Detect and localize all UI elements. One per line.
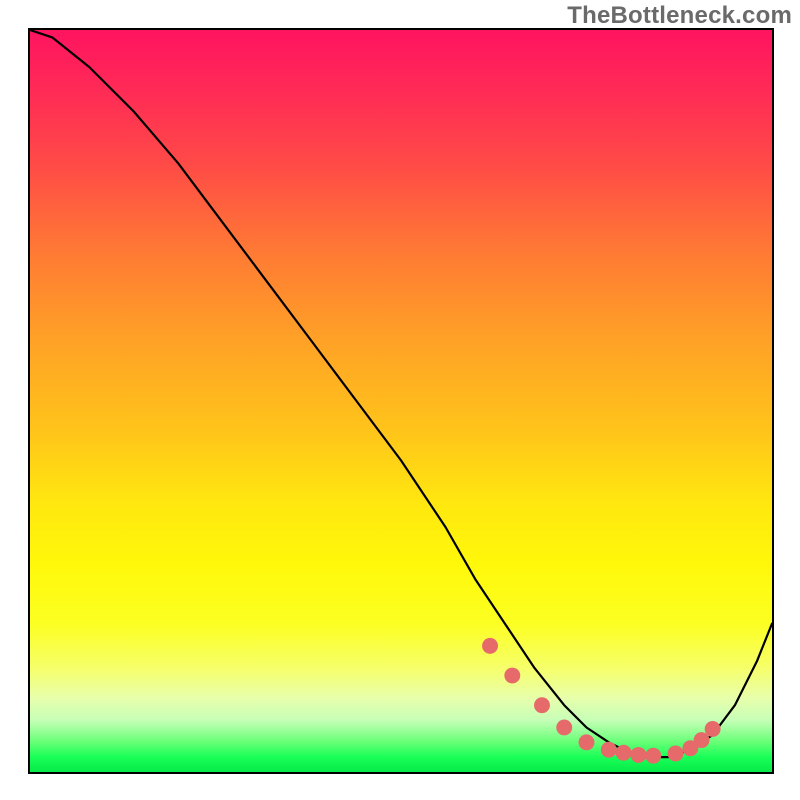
valley-marker-group bbox=[482, 638, 721, 764]
valley-marker bbox=[601, 742, 617, 758]
chart-stage: TheBottleneck.com bbox=[0, 0, 800, 800]
valley-marker bbox=[504, 668, 520, 684]
valley-marker bbox=[645, 748, 661, 764]
valley-marker bbox=[534, 697, 550, 713]
valley-marker bbox=[579, 734, 595, 750]
valley-marker bbox=[668, 745, 684, 761]
valley-marker bbox=[556, 720, 572, 736]
chart-overlay bbox=[30, 30, 772, 772]
plot-area bbox=[28, 28, 774, 774]
valley-marker bbox=[482, 638, 498, 654]
valley-marker bbox=[616, 745, 632, 761]
watermark-text: TheBottleneck.com bbox=[567, 2, 792, 30]
valley-marker bbox=[630, 747, 646, 763]
valley-marker bbox=[705, 721, 721, 737]
bottleneck-curve bbox=[30, 30, 772, 757]
